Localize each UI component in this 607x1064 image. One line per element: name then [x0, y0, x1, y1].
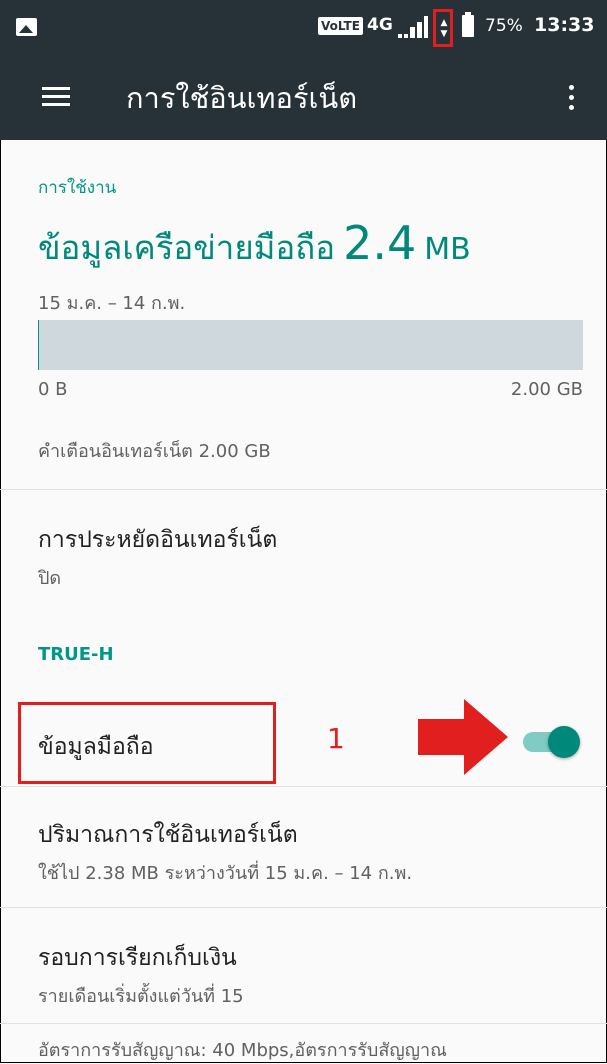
- status-bar: VoLTE 4G ▲ ▼ 75% 13:33: [0, 0, 607, 55]
- data-usage-title: ปริมาณการใช้อินเทอร์เน็ต: [38, 822, 298, 848]
- usage-unit: MB: [424, 232, 471, 267]
- sim-header: TRUE-H: [38, 644, 114, 665]
- volte-badge: VoLTE: [318, 17, 363, 35]
- annotation-box-2: [433, 9, 453, 47]
- network-type: 4G: [367, 15, 393, 35]
- usage-summary: ข้อมูลเครือข่ายมือถือ 2.4 MB: [38, 216, 471, 274]
- bar-min-label: 0 B: [38, 379, 68, 400]
- divider: [0, 489, 607, 490]
- data-saver-title: การประหยัดอินเทอร์เน็ต: [38, 527, 278, 553]
- menu-icon[interactable]: [42, 87, 70, 107]
- annotation-arrow-icon: [418, 699, 508, 775]
- divider: [0, 907, 607, 908]
- speed-info: อัตราการรับสัญญาณ: 40 Mbps,อัตรการรับสัญ…: [38, 1040, 447, 1061]
- usage-progress-bar: [38, 320, 583, 370]
- usage-label: ข้อมูลเครือข่ายมือถือ: [38, 228, 336, 267]
- usage-progress-fill: [38, 320, 39, 370]
- usage-date-range: 15 ม.ค. – 14 ก.พ.: [38, 293, 186, 314]
- billing-cycle-title: รอบการเรียกเก็บเงิน: [38, 945, 237, 971]
- usage-warning: คำเตือนอินเทอร์เน็ต 2.00 GB: [38, 441, 271, 462]
- gallery-icon: [16, 18, 37, 36]
- usage-header: การใช้งาน: [38, 178, 117, 198]
- divider: [0, 786, 607, 787]
- toggle-thumb: [548, 726, 580, 758]
- bar-max-label: 2.00 GB: [510, 379, 583, 400]
- data-usage-summary: ใช้ไป 2.38 MB ระหว่างวันที่ 15 ม.ค. – 14…: [38, 863, 413, 884]
- more-vert-icon[interactable]: [566, 81, 576, 115]
- billing-cycle-summary: รายเดือนเริ่มตั้งแต่วันที่ 15: [38, 986, 244, 1007]
- battery-icon: [462, 12, 474, 37]
- divider: [0, 1023, 607, 1024]
- clock: 13:33: [534, 14, 595, 36]
- page-title: การใช้อินเทอร์เน็ต: [126, 81, 358, 115]
- data-saver-status: ปิด: [38, 568, 62, 589]
- annotation-label-1: 1: [327, 722, 345, 755]
- battery-percent: 75%: [485, 16, 523, 36]
- app-toolbar: การใช้อินเทอร์เน็ต: [0, 55, 607, 140]
- usage-value: 2.4: [343, 216, 417, 270]
- mobile-data-toggle[interactable]: [523, 724, 580, 760]
- signal-icon: [398, 16, 428, 38]
- annotation-box-1: [18, 702, 276, 784]
